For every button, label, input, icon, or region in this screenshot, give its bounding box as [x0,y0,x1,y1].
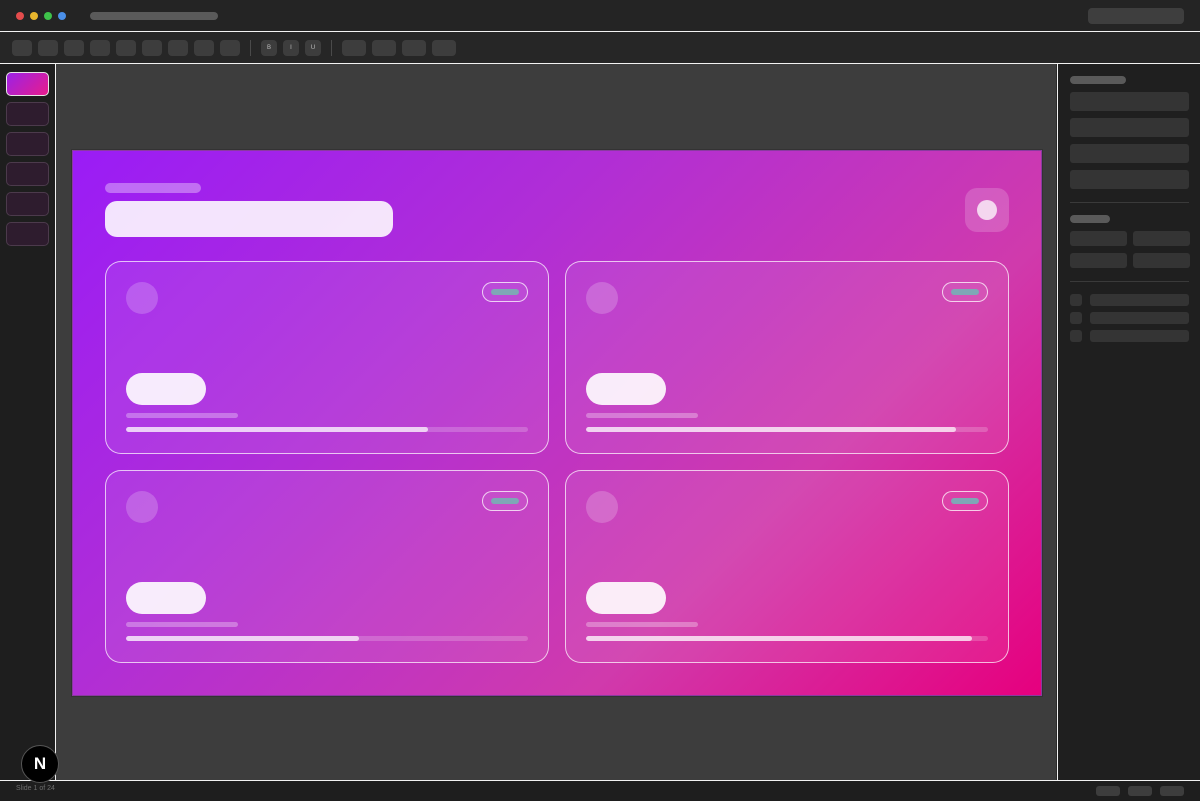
card-progress-track [586,636,988,641]
inspector-field[interactable] [1070,92,1189,111]
metric-card[interactable] [105,261,549,454]
inspector-option[interactable] [1090,312,1189,324]
card-label-placeholder [126,622,238,627]
toolbar-separator [331,40,332,56]
card-progress-track [126,427,528,432]
card-tag [942,282,988,302]
toolbar-button[interactable] [168,40,188,56]
inspector-section-heading [1070,76,1126,84]
toolbar-button[interactable] [342,40,366,56]
inspector-field[interactable] [1070,144,1189,163]
inspector-input[interactable] [1070,231,1127,246]
toolbar-separator [250,40,251,56]
editor-canvas [56,64,1056,780]
share-button[interactable] [1088,8,1184,24]
status-dot-icon [58,12,66,20]
slide-thumbnail-active[interactable] [6,72,49,96]
toolbar-button[interactable] [64,40,84,56]
card-icon [126,282,158,314]
card-tag [942,491,988,511]
slide-thumbnail-panel [0,64,56,780]
status-button[interactable] [1128,786,1152,796]
toolbar-button[interactable] [38,40,58,56]
card-label-placeholder [586,413,698,418]
toolbar-button[interactable] [116,40,136,56]
italic-button[interactable]: I [283,40,299,56]
card-label-placeholder [126,413,238,418]
card-icon [126,491,158,523]
card-value-placeholder [126,582,206,614]
slide-thumbnail[interactable] [6,132,49,156]
card-label-placeholder [586,622,698,627]
card-progress-fill [126,427,428,432]
inspector-divider [1070,281,1189,282]
slide-title-placeholder[interactable] [105,201,393,237]
card-progress-track [126,636,528,641]
maximize-window-icon[interactable] [44,12,52,20]
card-icon [586,491,618,523]
card-tag-bar [951,289,979,295]
card-progress-fill [586,427,956,432]
toolbar-button[interactable] [372,40,396,56]
slide-thumbnail[interactable] [6,102,49,126]
slide-thumbnail[interactable] [6,192,49,216]
toolbar-button[interactable] [12,40,32,56]
inspector-checkbox[interactable] [1070,294,1082,306]
card-icon [586,282,618,314]
card-tag-bar [951,498,979,504]
card-tag-bar [491,289,519,295]
document-title[interactable] [90,12,218,20]
slide[interactable] [72,150,1042,696]
slide-thumbnail[interactable] [6,162,49,186]
metric-card[interactable] [565,470,1009,663]
inspector-input[interactable] [1070,253,1127,268]
toolbar: B I U [0,32,1200,64]
toolbar-button[interactable] [402,40,426,56]
bold-button[interactable]: B [261,40,277,56]
underline-button[interactable]: U [305,40,321,56]
status-bar: Slide 1 of 24 [0,780,1200,801]
circle-icon [977,200,997,220]
slide-indicator: Slide 1 of 24 [16,785,55,792]
status-button[interactable] [1160,786,1184,796]
inspector-input[interactable] [1133,231,1190,246]
inspector-section-heading [1070,215,1110,223]
inspector-divider [1070,202,1189,203]
card-progress-fill [586,636,972,641]
inspector-checkbox[interactable] [1070,330,1082,342]
inspector-option[interactable] [1090,294,1189,306]
card-progress-track [586,427,988,432]
card-value-placeholder [586,582,666,614]
n-logo-icon[interactable]: N [21,745,59,783]
inspector-input[interactable] [1133,253,1190,268]
metric-card[interactable] [565,261,1009,454]
card-value-placeholder [126,373,206,405]
status-button[interactable] [1096,786,1120,796]
toolbar-button[interactable] [432,40,456,56]
close-window-icon[interactable] [16,12,24,20]
card-tag [482,282,528,302]
inspector-option[interactable] [1090,330,1189,342]
card-tag [482,491,528,511]
toolbar-button[interactable] [142,40,162,56]
toolbar-button[interactable] [90,40,110,56]
inspector-field[interactable] [1070,170,1189,189]
inspector-field[interactable] [1070,118,1189,137]
inspector-checkbox[interactable] [1070,312,1082,324]
card-tag-bar [491,498,519,504]
toolbar-button[interactable] [220,40,240,56]
toolbar-button[interactable] [194,40,214,56]
slide-thumbnail[interactable] [6,222,49,246]
inspector-panel [1057,64,1200,780]
card-value-placeholder [586,373,666,405]
title-bar [0,0,1200,32]
minimize-window-icon[interactable] [30,12,38,20]
slide-kicker-placeholder[interactable] [105,183,201,193]
card-progress-fill [126,636,360,641]
metric-card[interactable] [105,470,549,663]
slide-badge[interactable] [965,188,1009,232]
